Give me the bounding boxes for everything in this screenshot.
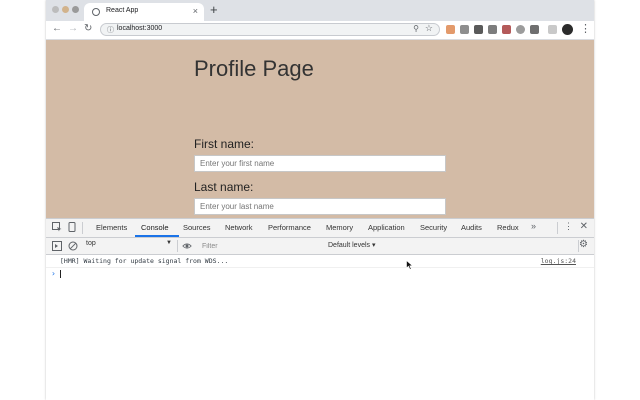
divider: [557, 222, 558, 234]
log-levels-select[interactable]: Default levels ▾: [328, 241, 375, 249]
first-name-input[interactable]: [194, 155, 446, 172]
new-tab-button[interactable]: +: [210, 3, 218, 17]
tab-console[interactable]: Console: [141, 223, 169, 232]
tab-performance[interactable]: Performance: [268, 223, 311, 232]
bookmark-star-icon[interactable]: ☆: [425, 23, 433, 34]
maximize-window-button[interactable]: [72, 6, 79, 13]
page-title: Profile Page: [194, 56, 314, 81]
extension-icon[interactable]: [460, 25, 469, 34]
forward-button[interactable]: →: [68, 23, 78, 35]
log-source-link[interactable]: log.js:24: [541, 257, 576, 265]
browser-window: React App × + ← → ↻ ⓘ localhost:3000 ⚲ ☆…: [46, 0, 594, 400]
extension-icon[interactable]: [548, 25, 557, 34]
tab-close-icon[interactable]: ×: [193, 6, 198, 16]
url-text[interactable]: localhost:3000: [117, 25, 162, 32]
extension-icon[interactable]: [516, 25, 525, 34]
last-name-input[interactable]: [194, 198, 446, 215]
more-tabs-icon[interactable]: »: [531, 221, 536, 231]
console-output: [HMR] Waiting for update signal from WDS…: [46, 255, 594, 400]
first-name-label: First name:: [194, 137, 255, 151]
prompt-chevron-icon: ›: [51, 269, 56, 278]
text-cursor: [60, 270, 61, 278]
console-prompt[interactable]: ›: [46, 268, 594, 280]
back-button[interactable]: ←: [52, 23, 62, 35]
tab-application[interactable]: Application: [368, 223, 405, 232]
extension-icon[interactable]: [488, 25, 497, 34]
page-content: Profile Page First name: Last name:: [46, 40, 594, 218]
extension-icon[interactable]: [474, 25, 483, 34]
tab-redux[interactable]: Redux: [497, 223, 519, 232]
show-sidebar-icon[interactable]: [52, 241, 62, 251]
browser-toolbar: ← → ↻ ⓘ localhost:3000 ⚲ ☆ ⋮: [46, 21, 594, 40]
tab-audits[interactable]: Audits: [461, 223, 482, 232]
console-message: [HMR] Waiting for update signal from WDS…: [46, 255, 594, 268]
close-window-button[interactable]: [52, 6, 59, 13]
tab-strip: React App × +: [46, 0, 594, 21]
address-bar[interactable]: ⓘ localhost:3000 ⚲ ☆: [100, 23, 440, 36]
context-select[interactable]: top ▼: [86, 240, 172, 251]
context-value: top: [86, 240, 96, 247]
tab-title: React App: [106, 7, 139, 14]
react-favicon-icon: [92, 8, 100, 16]
devtools-tab-bar: Elements Console Sources Network Perform…: [46, 219, 594, 238]
last-name-label: Last name:: [194, 180, 254, 194]
console-toolbar: top ▼ Default levels ▾ ⚙: [46, 238, 594, 255]
inspect-element-icon[interactable]: [52, 222, 62, 232]
extension-icon[interactable]: [502, 25, 511, 34]
zoom-icon[interactable]: ⚲: [413, 24, 419, 33]
devtools-panel: Elements Console Sources Network Perform…: [46, 218, 594, 400]
eye-icon[interactable]: [182, 241, 192, 251]
filter-input[interactable]: [200, 240, 324, 252]
tab-memory[interactable]: Memory: [326, 223, 353, 232]
reload-button[interactable]: ↻: [84, 23, 92, 35]
profile-avatar[interactable]: [562, 24, 573, 35]
info-icon[interactable]: ⓘ: [107, 25, 114, 35]
divider: [82, 222, 83, 234]
chrome-menu-icon[interactable]: ⋮: [580, 22, 591, 35]
tab-elements[interactable]: Elements: [96, 223, 127, 232]
active-tab-indicator: [135, 235, 179, 237]
dropdown-caret-icon: ▼: [166, 240, 172, 246]
mouse-pointer-icon: [406, 260, 414, 270]
tab-security[interactable]: Security: [420, 223, 447, 232]
browser-tab[interactable]: React App ×: [84, 3, 204, 21]
gear-icon[interactable]: ⚙: [579, 239, 588, 250]
clear-console-icon[interactable]: [68, 241, 78, 251]
close-devtools-icon[interactable]: ✕: [580, 221, 588, 232]
devtools-menu-icon[interactable]: ⋮: [564, 221, 573, 232]
extension-icon[interactable]: [530, 25, 539, 34]
extension-icon[interactable]: [446, 25, 455, 34]
tab-sources[interactable]: Sources: [183, 223, 211, 232]
window-controls: [52, 6, 79, 13]
log-message-text: [HMR] Waiting for update signal from WDS…: [60, 257, 229, 265]
divider: [177, 240, 178, 252]
minimize-window-button[interactable]: [62, 6, 69, 13]
tab-network[interactable]: Network: [225, 223, 253, 232]
device-toolbar-icon[interactable]: [67, 222, 77, 232]
